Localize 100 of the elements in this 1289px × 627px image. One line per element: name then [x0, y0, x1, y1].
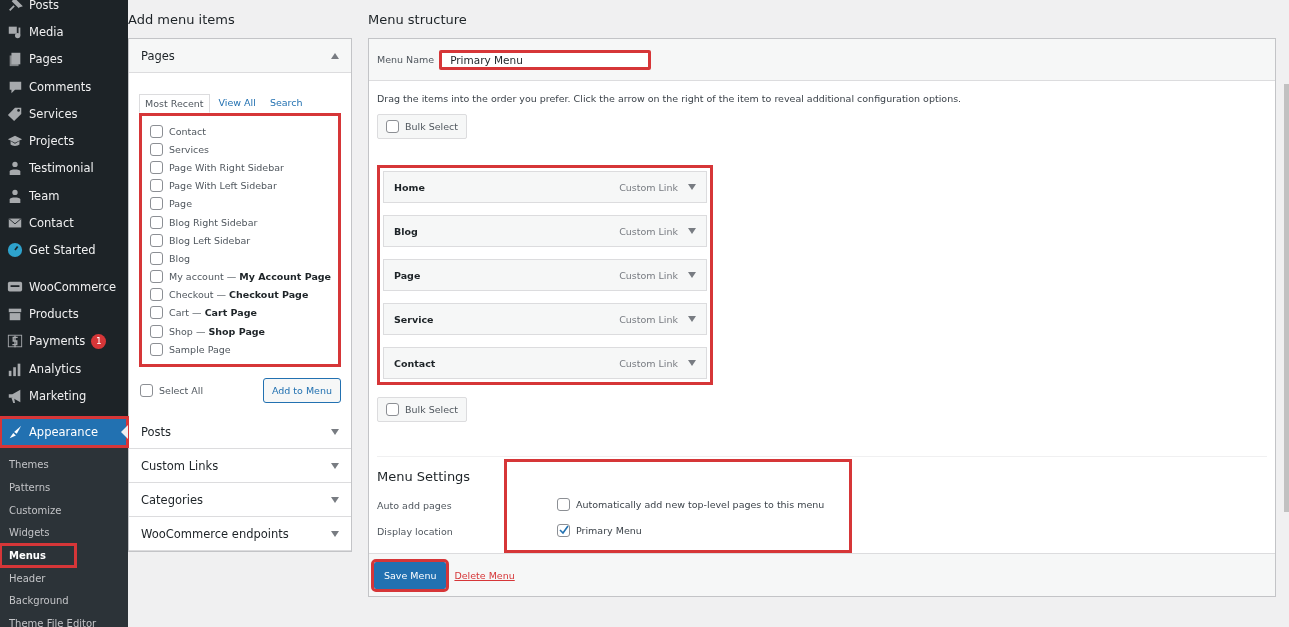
- sidebar-item[interactable]: Payments 1: [0, 327, 128, 355]
- checkbox-label: Select All: [159, 385, 204, 397]
- checkbox[interactable]: [150, 233, 163, 247]
- sidebar-item[interactable]: Analytics: [0, 354, 128, 383]
- page-label: Services: [169, 143, 210, 155]
- checkbox[interactable]: [150, 324, 163, 338]
- panel-header[interactable]: Posts: [129, 415, 351, 450]
- checkbox[interactable]: [386, 120, 399, 133]
- field-label: Menu Name: [377, 54, 435, 65]
- save-menu-button[interactable]: Save Menu: [374, 561, 447, 589]
- sidebar-item[interactable]: Posts: [0, 0, 128, 19]
- sidebar-item[interactable]: Media: [0, 18, 128, 46]
- tab[interactable]: View All: [213, 94, 261, 113]
- submenu-item[interactable]: Patterns: [0, 476, 76, 499]
- page-label: Cart — Cart Page: [169, 307, 257, 319]
- checkbox[interactable]: [386, 403, 399, 416]
- checkbox[interactable]: [150, 160, 163, 174]
- panel-header[interactable]: Categories: [129, 483, 351, 518]
- sidebar-item[interactable]: Projects: [0, 127, 128, 155]
- submenu-item[interactable]: Widgets: [0, 521, 76, 545]
- page-label: Blog Right Sidebar: [169, 216, 258, 228]
- caret-icon: [688, 184, 696, 190]
- settings-heading: Menu Settings: [377, 469, 472, 484]
- caret-icon: [331, 52, 339, 59]
- checkbox[interactable]: [150, 288, 163, 302]
- sidebar-item[interactable]: Appearance: [0, 417, 128, 448]
- checkbox[interactable]: [557, 497, 570, 511]
- submenu-item[interactable]: Background: [0, 589, 76, 613]
- sidebar-item[interactable]: Services: [0, 100, 128, 128]
- scrollbar-thumb[interactable]: [1284, 84, 1289, 512]
- submenu-item[interactable]: Themes: [0, 453, 76, 477]
- checkbox[interactable]: [150, 142, 163, 156]
- submenu-item[interactable]: Customize: [0, 498, 76, 522]
- checkbox[interactable]: [150, 215, 163, 229]
- sidebar-item[interactable]: Team: [0, 182, 128, 210]
- submenu-item[interactable]: Menus: [0, 544, 76, 567]
- submenu-item[interactable]: Theme File Editor: [0, 612, 128, 627]
- notification-badge: 1: [91, 333, 107, 349]
- bulk-select-button[interactable]: Bulk Select: [377, 114, 467, 139]
- page-label: My account — My Account Page: [169, 271, 332, 283]
- checkbox[interactable]: [150, 270, 163, 284]
- caret-icon: [331, 428, 339, 435]
- page-label: Checkout — Checkout Page: [169, 289, 309, 301]
- section-title: Add menu items: [128, 12, 236, 27]
- sidebar-item[interactable]: Comments: [0, 72, 128, 101]
- delete-menu-link[interactable]: Delete Menu: [454, 569, 515, 581]
- submenu-item[interactable]: Header: [0, 566, 76, 590]
- page-label: Page With Left Sidebar: [169, 180, 277, 192]
- checkbox[interactable]: [150, 179, 163, 193]
- pages-icon: [7, 51, 23, 68]
- sidebar-item[interactable]: Pages: [0, 45, 128, 73]
- checkbox[interactable]: [150, 251, 163, 265]
- checkbox-label: Primary Menu: [576, 524, 642, 536]
- brush-icon: [7, 424, 23, 441]
- caret-icon: [688, 316, 696, 322]
- checkbox[interactable]: [557, 523, 570, 537]
- caret-icon: [688, 228, 696, 234]
- page-label: Sample Page: [169, 343, 231, 355]
- megaphone-icon: [7, 387, 23, 404]
- page-label: Blog: [169, 252, 190, 264]
- caret-icon: [331, 496, 339, 503]
- instructions-text: Drag the items into the order you prefer. Click the arrow on the right of the item to reveal additional configuration options.: [377, 93, 963, 104]
- sidebar-item[interactable]: Products: [0, 300, 128, 328]
- caret-icon: [688, 360, 696, 366]
- dollar-icon: [7, 333, 23, 350]
- sidebar-item[interactable]: Get Started: [0, 236, 128, 264]
- panel-header[interactable]: Custom Links: [129, 449, 351, 484]
- panel-header[interactable]: Pages: [129, 39, 351, 73]
- tag-icon: [7, 105, 23, 122]
- menu-item[interactable]: Blog Custom Link: [383, 215, 707, 247]
- page-label: Blog Left Sidebar: [169, 234, 251, 246]
- tab[interactable]: Search: [264, 94, 308, 113]
- page-label: Page: [169, 198, 192, 210]
- bulk-select-button[interactable]: Bulk Select: [377, 397, 467, 422]
- page-label: Shop — Shop Page: [169, 325, 266, 337]
- checkbox[interactable]: [150, 124, 163, 138]
- caret-icon: [688, 272, 696, 278]
- checkbox[interactable]: [150, 342, 163, 356]
- checkbox[interactable]: [140, 384, 153, 398]
- sidebar-item[interactable]: Marketing: [0, 382, 128, 410]
- gauge-icon: [7, 242, 23, 259]
- page-label: Page With Right Sidebar: [169, 161, 284, 173]
- sidebar-item[interactable]: Testimonial: [0, 154, 128, 183]
- menu-item[interactable]: Page Custom Link: [383, 259, 707, 291]
- sidebar-item[interactable]: Contact: [0, 209, 128, 237]
- person-icon: [7, 187, 23, 204]
- add-to-menu-button[interactable]: Add to Menu: [262, 378, 341, 404]
- sidebar-item[interactable]: WooCommerce: [0, 272, 128, 301]
- person-icon: [7, 160, 23, 177]
- section-title: Menu structure: [368, 12, 468, 27]
- checkbox[interactable]: [150, 197, 163, 211]
- checkbox[interactable]: [150, 306, 163, 320]
- menu-item[interactable]: Service Custom Link: [383, 303, 707, 335]
- tab[interactable]: Most Recent: [139, 94, 210, 113]
- panel-header[interactable]: WooCommerce endpoints: [129, 517, 351, 552]
- setting-label: Auto add pages: [377, 498, 453, 513]
- menu-name-field[interactable]: Primary Menu: [439, 49, 652, 70]
- menu-item[interactable]: Home Custom Link: [383, 171, 707, 203]
- page-label: Contact: [169, 125, 206, 137]
- menu-item[interactable]: Contact Custom Link: [383, 347, 707, 379]
